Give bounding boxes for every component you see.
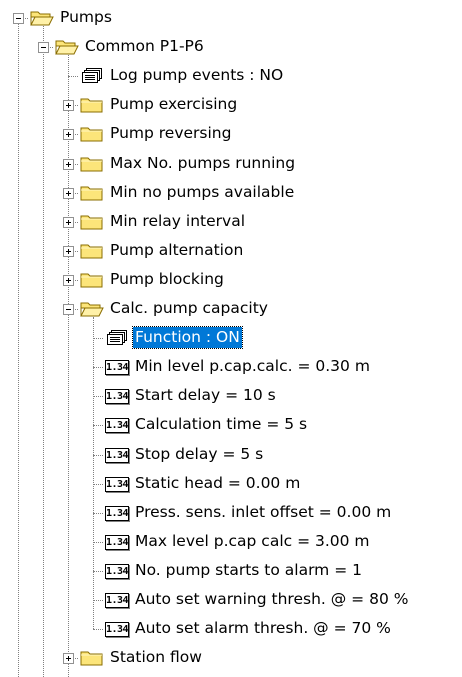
tree-node[interactable]: Pump reversing — [0, 120, 462, 149]
numeric-value-icon: 1.34 — [105, 360, 129, 376]
tree-node[interactable]: Pump exercising — [0, 91, 462, 120]
folder-closed-icon — [80, 125, 104, 143]
tree-node[interactable]: 1.34 Start delay = 10 s — [0, 382, 462, 411]
tree-node[interactable]: 1.34 Calculation time = 5 s — [0, 411, 462, 440]
folder-open-icon — [80, 300, 104, 318]
tree-connector-line — [93, 512, 103, 514]
expand-icon[interactable] — [63, 158, 74, 170]
tree-node[interactable]: Pump blocking — [0, 266, 462, 295]
tree-node-label[interactable]: Pump blocking — [108, 269, 226, 290]
expand-icon[interactable] — [63, 653, 74, 665]
tree-node-label[interactable]: Common P1-P6 — [83, 36, 206, 57]
tree-node-label[interactable]: Max No. pumps running — [108, 153, 297, 174]
numeric-value-icon: 1.34 — [105, 593, 129, 608]
tree-connector-line — [93, 541, 103, 543]
tree-node-label[interactable]: Calculation time = 5 s — [133, 414, 309, 435]
numeric-value-icon: 1.34 — [105, 505, 129, 521]
tree-node-label[interactable]: Station flow — [108, 647, 204, 668]
numeric-value-icon: 1.34 — [105, 418, 129, 434]
folder-closed-icon — [80, 242, 104, 260]
expand-icon[interactable] — [63, 245, 74, 257]
tree-node[interactable]: Min no pumps available — [0, 179, 462, 208]
expand-icon[interactable] — [63, 129, 74, 141]
tree-node[interactable]: Min relay interval — [0, 208, 462, 237]
tree-node[interactable]: Pumps — [0, 4, 462, 33]
numeric-value-icon: 1.34 — [105, 476, 129, 492]
tree-node-label[interactable]: Stop delay = 5 s — [133, 444, 265, 465]
setting-card-icon — [105, 329, 129, 347]
tree-node[interactable]: Calc. pump capacity — [0, 295, 462, 324]
tree-node-label[interactable]: Static head = 0.00 m — [133, 473, 302, 494]
tree-node[interactable]: 1.34 Min level p.cap.calc. = 0.30 m — [0, 353, 462, 382]
tree-node-label[interactable]: Pump reversing — [108, 123, 233, 144]
tree-connector-line — [93, 425, 103, 427]
tree-node[interactable]: Function : ON — [0, 324, 462, 353]
tree-node[interactable]: 1.34 Auto set warning thresh. @ = 80 % — [0, 586, 462, 615]
tree-node[interactable]: 1.34 Max level p.cap calc = 3.00 m — [0, 528, 462, 557]
expand-icon[interactable] — [63, 216, 74, 228]
folder-open-icon — [55, 38, 79, 56]
tree-node[interactable]: 1.34 Stop delay = 5 s — [0, 441, 462, 470]
folder-closed-icon — [80, 96, 104, 114]
tree-node-label[interactable]: Min level p.cap.calc. = 0.30 m — [133, 356, 372, 377]
expand-icon[interactable] — [63, 187, 74, 199]
tree-connector-line — [93, 338, 103, 340]
tree-node-label[interactable]: Pumps — [58, 7, 114, 28]
tree-connector-line — [93, 600, 103, 601]
tree-node-label[interactable]: Function : ON — [132, 326, 243, 350]
numeric-value-icon: 1.34 — [105, 563, 129, 579]
tree-node[interactable]: 1.34 Press. sens. inlet offset = 0.00 m — [0, 499, 462, 528]
tree-node[interactable]: 1.34 Auto set alarm thresh. @ = 70 % — [0, 615, 462, 644]
numeric-value-icon: 1.34 — [105, 389, 129, 405]
tree-node[interactable]: Common P1-P6 — [0, 33, 462, 62]
settings-tree: Pumps Common P1-P6 Log pump events : NO Pum… — [0, 0, 462, 677]
tree-node-label[interactable]: Calc. pump capacity — [108, 298, 270, 319]
tree-node-label[interactable]: Auto set warning thresh. @ = 80 % — [133, 589, 410, 610]
numeric-value-icon: 1.34 — [105, 534, 129, 550]
collapse-icon[interactable] — [38, 42, 49, 54]
tree-node-label[interactable]: Pump alternation — [108, 240, 245, 261]
tree-node-label[interactable]: Max level p.cap calc = 3.00 m — [133, 531, 372, 552]
collapse-icon[interactable] — [13, 13, 24, 24]
tree-node[interactable]: 1.34 Static head = 0.00 m — [0, 470, 462, 499]
folder-open-icon — [30, 9, 54, 27]
setting-card-icon — [80, 67, 104, 85]
tree-node[interactable]: 1.34 No. pump starts to alarm = 1 — [0, 557, 462, 586]
collapse-icon[interactable] — [63, 304, 74, 315]
tree-connector-line — [93, 570, 103, 572]
folder-closed-icon — [80, 155, 104, 173]
tree-connector-line — [93, 483, 103, 485]
expand-icon[interactable] — [63, 274, 74, 286]
numeric-value-icon: 1.34 — [105, 622, 129, 638]
folder-closed-icon — [80, 184, 104, 202]
tree-node-label[interactable]: Log pump events : NO — [108, 65, 285, 86]
tree-connector-line — [93, 367, 103, 369]
folder-closed-icon — [80, 649, 104, 667]
tree-node[interactable]: Station flow — [0, 644, 462, 673]
expand-icon[interactable] — [63, 100, 74, 112]
tree-node-label[interactable]: Pump exercising — [108, 94, 239, 115]
tree-node-label[interactable]: Min relay interval — [108, 211, 247, 232]
tree-node[interactable]: Pump alternation — [0, 237, 462, 266]
tree-connector-line — [93, 629, 103, 631]
tree-node-label[interactable]: Start delay = 10 s — [133, 385, 278, 406]
folder-closed-icon — [80, 213, 104, 231]
tree-node[interactable]: Max No. pumps running — [0, 150, 462, 179]
tree-connector-line — [93, 454, 103, 456]
tree-node-label[interactable]: Press. sens. inlet offset = 0.00 m — [133, 502, 393, 523]
tree-node[interactable]: Log pump events : NO — [0, 62, 462, 91]
tree-connector-line — [93, 396, 103, 398]
numeric-value-icon: 1.34 — [105, 447, 129, 463]
folder-closed-icon — [80, 271, 104, 289]
tree-node-label[interactable]: Auto set alarm thresh. @ = 70 % — [133, 618, 393, 639]
tree-node-label[interactable]: No. pump starts to alarm = 1 — [133, 560, 364, 581]
tree-connector-line — [68, 76, 78, 78]
tree-node-label[interactable]: Min no pumps available — [108, 182, 296, 203]
